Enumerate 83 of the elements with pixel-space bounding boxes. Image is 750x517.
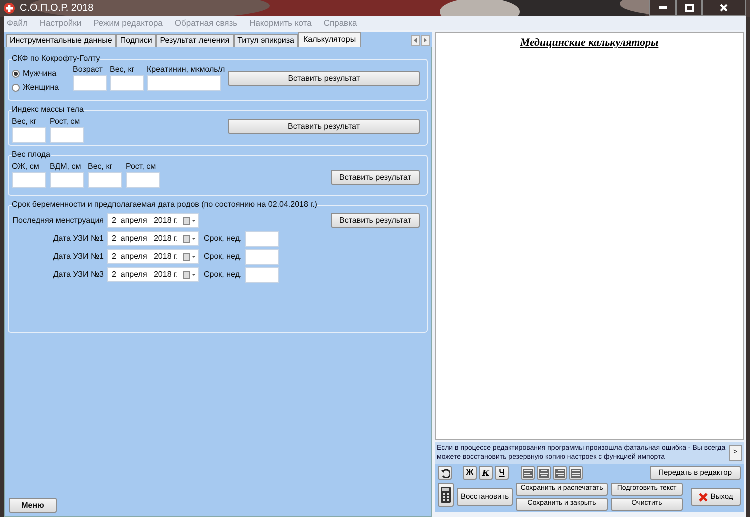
insert-result-button[interactable]: Вставить результат [331, 213, 420, 228]
field-label: Последняя менструация [12, 214, 104, 226]
maximize-button[interactable] [676, 0, 702, 16]
menu-button[interactable]: Меню [9, 498, 57, 513]
group-title: СКФ по Кокрофту-Голту [12, 53, 100, 65]
field-label: ВДМ, см [50, 161, 82, 171]
format-button[interactable]: К [479, 466, 493, 480]
date-picker[interactable]: 2 апреля 2018 г. [107, 249, 199, 264]
field-label: Дата УЗИ №1 [52, 250, 104, 262]
close-icon [720, 4, 728, 12]
align-left-icon [523, 468, 533, 478]
field-label: Вес, кг [88, 161, 114, 171]
radio-label: Мужчина [23, 68, 57, 80]
right-arrow-icon [424, 38, 427, 43]
insert-result-button[interactable]: Вставить результат [228, 119, 420, 134]
calendar-dropdown-icon [183, 252, 196, 260]
group-title: Вес плода [12, 149, 50, 161]
scroll-left-button[interactable] [411, 35, 420, 46]
input-field[interactable] [110, 75, 144, 91]
field-label: Креатинин, мкмоль/л [147, 64, 226, 74]
format-button[interactable]: Ч [495, 466, 509, 480]
input-field[interactable] [12, 172, 46, 188]
field-label: Срок, нед. [204, 268, 242, 280]
insert-result-button[interactable]: Вставить результат [228, 71, 420, 86]
input-field[interactable] [245, 266, 280, 282]
radio-button[interactable] [12, 70, 20, 78]
minimize-button[interactable] [649, 0, 676, 16]
date-picker[interactable]: 2 апреля 2018 г. [107, 267, 199, 282]
tab[interactable]: Результат лечения [156, 34, 234, 47]
input-field[interactable] [245, 248, 280, 264]
calendar-dropdown-icon [183, 216, 196, 224]
field-label: ОЖ, см [12, 161, 40, 171]
insert-result-button[interactable]: Вставить результат [331, 170, 420, 185]
tab[interactable]: Подписи [116, 34, 156, 47]
undo-icon [440, 468, 450, 478]
field-label: Срок, нед. [204, 250, 242, 262]
calculator-icon [441, 487, 451, 503]
calendar-dropdown-icon [183, 234, 196, 242]
input-field[interactable] [88, 172, 122, 188]
radio-button[interactable] [12, 84, 20, 92]
align-center-icon [539, 468, 549, 478]
calculator-button[interactable] [438, 483, 454, 507]
field-label: Рост, см [50, 116, 82, 126]
field-label: Возраст [73, 64, 104, 74]
group-title: Индекс массы тела [12, 104, 84, 116]
field-label: Срок, нед. [204, 232, 242, 244]
field-label: Вес, кг [110, 64, 136, 74]
field-label: Вес, кг [12, 116, 38, 126]
justify-icon [571, 468, 581, 478]
input-field[interactable] [73, 75, 107, 91]
tab[interactable]: Калькуляторы [298, 32, 362, 47]
alignment-button[interactable] [537, 466, 551, 480]
date-picker[interactable]: 2 апреля 2018 г. [107, 231, 199, 246]
window-title: С.О.П.О.Р. 2018 [20, 2, 94, 16]
app-logo-icon [4, 2, 15, 14]
alignment-button[interactable] [569, 466, 583, 480]
minimize-icon [658, 6, 666, 9]
calendar-dropdown-icon [183, 270, 196, 278]
tab[interactable]: Инструментальные данные [6, 34, 116, 47]
date-picker[interactable]: 2 апреля 2018 г. [107, 213, 199, 228]
undo-button[interactable] [438, 466, 452, 480]
input-field[interactable] [126, 172, 160, 188]
field-label: Дата УЗИ №1 [52, 232, 104, 244]
input-field[interactable] [147, 75, 221, 91]
input-field[interactable] [50, 127, 84, 143]
input-field[interactable] [12, 127, 46, 143]
input-field[interactable] [245, 230, 280, 246]
field-label: Рост, см [126, 161, 158, 171]
tab[interactable]: Титул эпикриза [234, 34, 298, 47]
format-button[interactable]: Ж [463, 466, 477, 480]
radio-label: Женщина [23, 82, 60, 94]
alignment-button[interactable] [553, 466, 567, 480]
group-title: Срок беременности и предполагаемая дата родов (по состоянию на 02.04.2018 г.) [12, 199, 318, 211]
align-right-icon [555, 468, 565, 478]
maximize-icon [684, 4, 694, 12]
close-button[interactable] [702, 0, 746, 16]
scroll-right-button[interactable] [421, 35, 430, 46]
alignment-button[interactable] [521, 466, 535, 480]
document-heading: Медицинские калькуляторы [520, 36, 659, 49]
input-field[interactable] [50, 172, 84, 188]
field-label: Дата УЗИ №3 [52, 268, 104, 280]
cross-icon [698, 492, 708, 502]
left-arrow-icon [414, 38, 417, 43]
